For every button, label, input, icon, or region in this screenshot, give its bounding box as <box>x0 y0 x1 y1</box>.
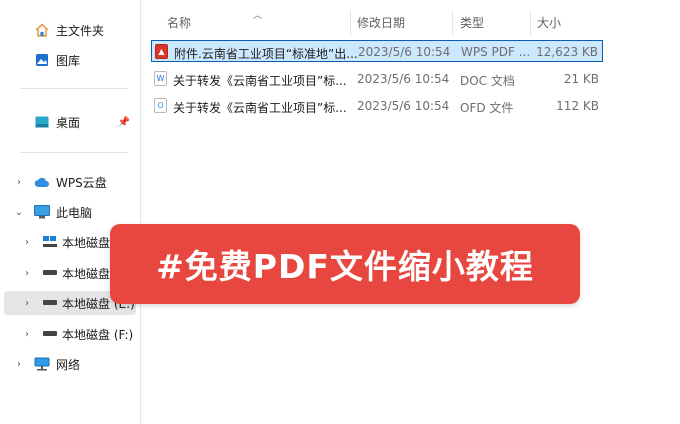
column-header-size[interactable]: 大小 <box>537 14 561 31</box>
column-divider[interactable] <box>350 10 351 36</box>
ofd-file-icon: O <box>154 98 167 113</box>
file-modified: 2023/5/6 10:54 <box>357 72 450 86</box>
chevron-right-icon[interactable]: › <box>14 177 24 188</box>
pdf-file-icon: ▲ <box>155 44 168 59</box>
drive-icon <box>42 234 58 250</box>
sidebar-divider <box>20 88 128 89</box>
file-type: OFD 文件 <box>460 101 514 115</box>
file-name: 关于转发《云南省工业项目”标... <box>173 101 347 115</box>
file-row[interactable]: ▲ 附件.云南省工业项目“标准地”出... 2023/5/6 10:54 WPS… <box>151 40 603 62</box>
chevron-right-icon[interactable]: › <box>14 359 24 370</box>
banner-title: #免费PDF文件缩小教程 <box>156 247 534 286</box>
nav-item-label: 本地磁盘 (F:) <box>62 327 134 342</box>
file-type: DOC 文档 <box>460 74 515 88</box>
pin-icon[interactable]: 📌 <box>118 117 130 128</box>
promo-banner: #免费PDF文件缩小教程 <box>110 224 580 304</box>
nav-item-home[interactable]: 主文件夹 <box>0 18 136 42</box>
file-size: 12,623 KB <box>536 45 598 59</box>
nav-item-wps-cloud[interactable]: › WPS云盘 <box>0 170 136 194</box>
chevron-right-icon[interactable]: › <box>22 237 32 248</box>
column-divider[interactable] <box>452 10 453 36</box>
column-header-name[interactable]: 名称 <box>167 14 191 31</box>
nav-item-desktop[interactable]: 桌面 📌 <box>0 110 136 134</box>
desktop-icon <box>34 114 50 130</box>
column-divider[interactable] <box>530 10 531 36</box>
home-icon <box>34 22 50 38</box>
file-size: 112 KB <box>556 99 599 113</box>
nav-item-label: 本地磁盘 <box>62 235 111 250</box>
file-row[interactable]: W 关于转发《云南省工业项目”标... 2023/5/6 10:54 DOC 文… <box>151 68 603 90</box>
sidebar-divider <box>20 152 128 153</box>
chevron-right-icon[interactable]: › <box>22 298 32 309</box>
gallery-icon <box>34 52 50 68</box>
file-row[interactable]: O 关于转发《云南省工业项目”标... 2023/5/6 10:54 OFD 文… <box>151 95 603 117</box>
nav-item-label: 网络 <box>56 357 81 372</box>
nav-item-label: WPS云盘 <box>56 175 107 190</box>
file-modified: 2023/5/6 10:54 <box>357 99 450 113</box>
file-type: WPS PDF ... <box>461 45 531 59</box>
nav-item-label: 主文件夹 <box>56 23 105 38</box>
cloud-icon <box>34 174 50 190</box>
nav-item-local-disk-f[interactable]: › 本地磁盘 (F:) <box>0 322 136 346</box>
nav-item-label: 此电脑 <box>56 205 93 220</box>
drive-icon <box>42 295 58 311</box>
column-header-row: ︿ 名称 修改日期 类型 大小 <box>141 8 680 36</box>
file-name: 附件.云南省工业项目“标准地”出... <box>174 47 358 61</box>
file-list-view: ︿ 名称 修改日期 类型 大小 ▲ 附件.云南省工业项目“标准地”出... 20… <box>141 0 680 424</box>
nav-item-label: 桌面 <box>56 115 81 130</box>
doc-file-icon: W <box>154 71 167 86</box>
file-modified: 2023/5/6 10:54 <box>358 45 451 59</box>
chevron-down-icon[interactable]: ⌄ <box>14 207 24 218</box>
file-size: 21 KB <box>563 72 599 86</box>
column-header-modified[interactable]: 修改日期 <box>357 14 405 31</box>
file-name: 关于转发《云南省工业项目”标... <box>173 74 347 88</box>
nav-item-network[interactable]: › 网络 <box>0 352 136 376</box>
drive-icon <box>42 326 58 342</box>
nav-item-this-pc[interactable]: ⌄ 此电脑 <box>0 200 136 224</box>
nav-item-label: 本地磁盘 <box>62 266 111 281</box>
chevron-right-icon[interactable]: › <box>22 268 32 279</box>
column-header-type[interactable]: 类型 <box>460 14 484 31</box>
nav-item-label: 图库 <box>56 53 81 68</box>
drive-icon <box>42 265 58 281</box>
navigation-pane: 主文件夹 图库 桌面 📌 › WPS云盘 ⌄ 此电脑 › 本地磁盘 › 本地磁盘… <box>0 0 141 424</box>
network-icon <box>34 356 50 372</box>
sort-ascending-icon: ︿ <box>253 11 263 21</box>
chevron-right-icon[interactable]: › <box>22 329 32 340</box>
nav-item-gallery[interactable]: 图库 <box>0 48 136 72</box>
computer-icon <box>34 204 50 220</box>
